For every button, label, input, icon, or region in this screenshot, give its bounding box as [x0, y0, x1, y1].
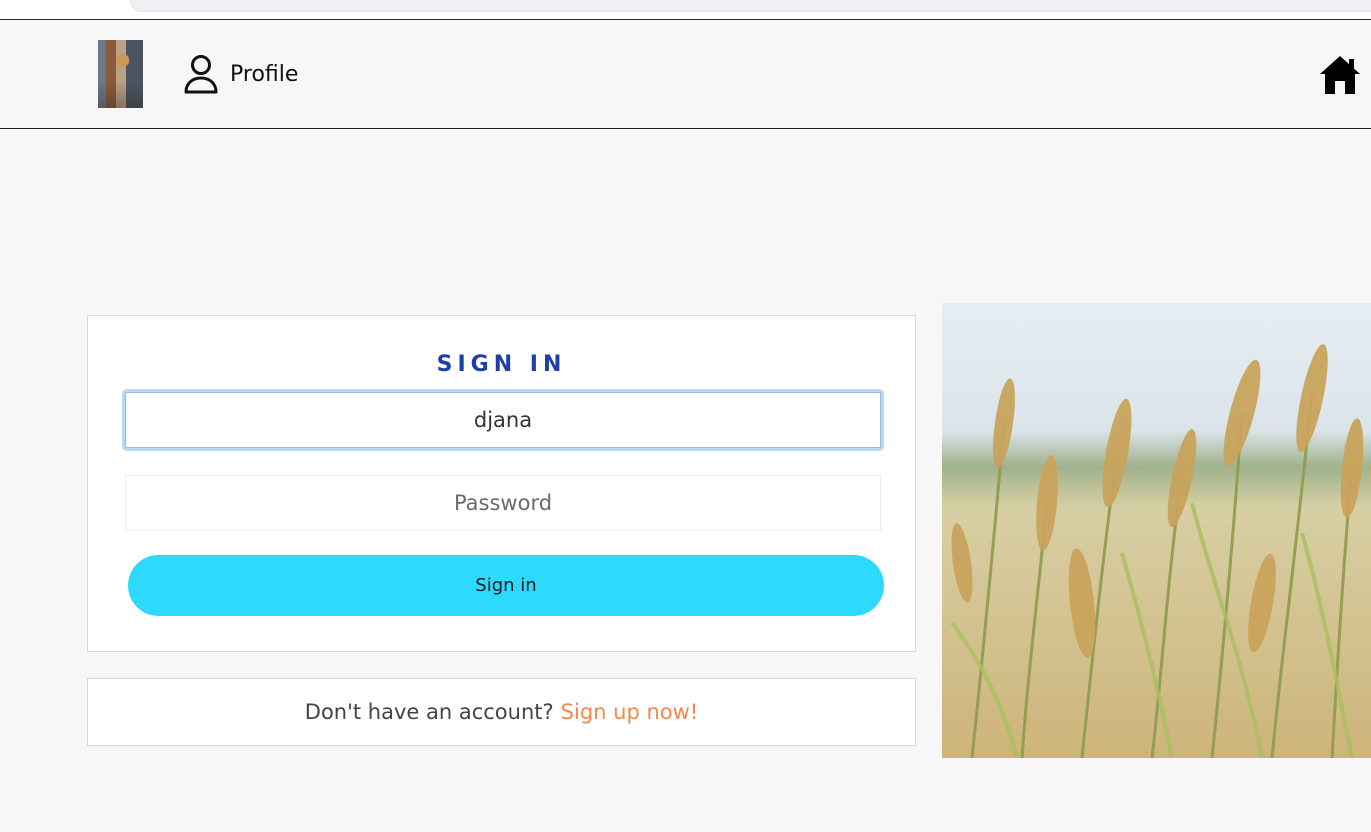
password-field[interactable]	[125, 475, 881, 531]
signup-card: Don't have an account? Sign up now!	[87, 678, 916, 746]
address-bar[interactable]	[130, 0, 1371, 12]
signup-link[interactable]: Sign up now!	[561, 700, 699, 724]
logo-image[interactable]	[98, 40, 143, 108]
profile-link[interactable]: Profile	[182, 52, 298, 96]
profile-label: Profile	[230, 61, 299, 87]
signin-title: SIGN IN	[436, 352, 567, 377]
home-button[interactable]	[1318, 54, 1362, 96]
signin-card: SIGN IN Sign in	[87, 315, 916, 652]
home-icon	[1320, 56, 1360, 94]
wheat-field-image	[942, 303, 1371, 758]
user-icon	[182, 53, 220, 95]
top-navbar: Profile	[0, 22, 1371, 129]
signup-prompt: Don't have an account?	[304, 700, 554, 724]
signin-button[interactable]: Sign in	[128, 555, 884, 616]
browser-address-strip	[0, 0, 1371, 20]
username-field[interactable]	[125, 392, 881, 448]
